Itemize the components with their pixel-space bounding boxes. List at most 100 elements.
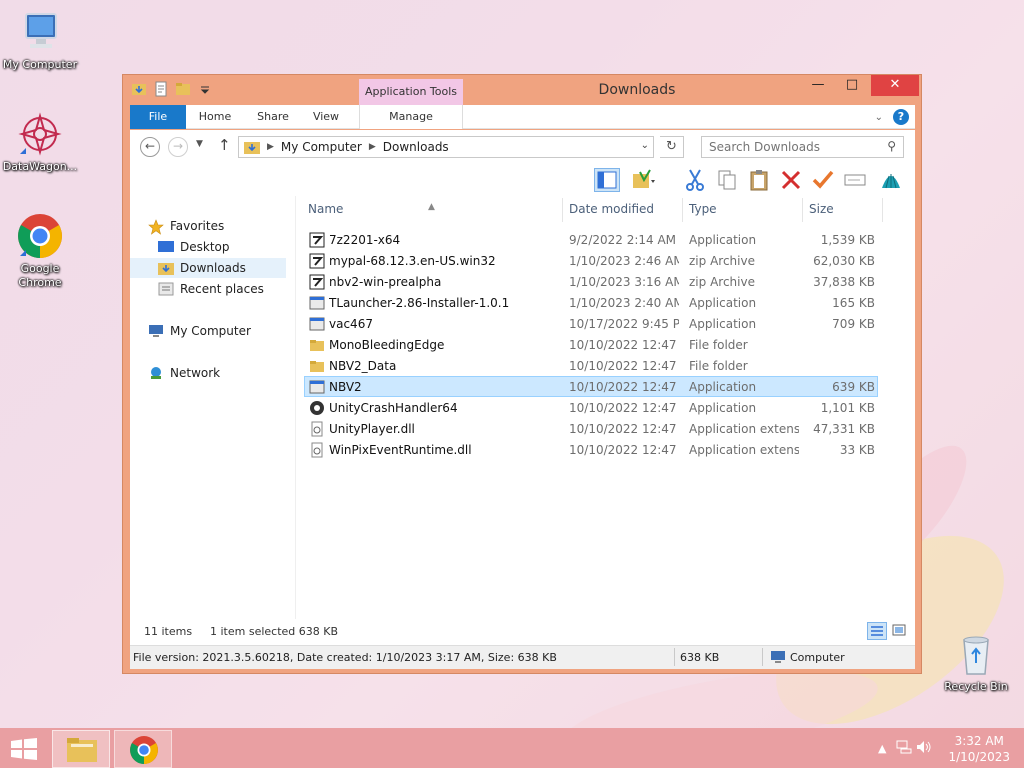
- search-box[interactable]: ⚲: [701, 136, 904, 158]
- minimize-button[interactable]: —: [801, 75, 835, 96]
- rename-icon[interactable]: [842, 168, 868, 192]
- nav-desktop[interactable]: Desktop: [158, 237, 230, 257]
- command-toolbar: [130, 164, 915, 196]
- tab-view[interactable]: View: [306, 105, 346, 129]
- file-type: Application extens...: [689, 443, 799, 457]
- paste-icon[interactable]: [746, 168, 772, 192]
- copy-icon[interactable]: [714, 168, 740, 192]
- column-header-type[interactable]: Type: [689, 196, 799, 222]
- start-button[interactable]: [10, 738, 38, 760]
- file-size: 1,539 KB: [820, 233, 875, 247]
- help-icon[interactable]: ?: [893, 109, 909, 125]
- file-row[interactable]: vac467 10/17/2022 9:45 PM Application 709 K…: [304, 313, 878, 334]
- large-icons-view-button[interactable]: [890, 622, 910, 640]
- desktop-icon-datawagon[interactable]: DataWagon...: [0, 110, 80, 174]
- unity-icon: [309, 400, 325, 416]
- column-divider[interactable]: [562, 198, 563, 222]
- file-row[interactable]: mypal-68.12.3.en-US.win32 1/10/2023 2:46 …: [304, 250, 878, 271]
- system-tray: ▲ 3:32 AM 1/10/2023: [864, 728, 1024, 768]
- refresh-button[interactable]: ↻: [660, 136, 684, 158]
- file-row[interactable]: TLauncher-2.86-Installer-1.0.1 1/10/2023 …: [304, 292, 878, 313]
- title-bar[interactable]: Application Tools Downloads — □ ✕: [123, 75, 921, 105]
- cut-icon[interactable]: [682, 168, 708, 192]
- tab-home[interactable]: Home: [190, 105, 240, 129]
- file-row[interactable]: UnityCrashHandler64 10/10/2022 12:47 ... A…: [304, 397, 878, 418]
- taskbar-file-explorer[interactable]: [52, 730, 110, 768]
- file-row[interactable]: WinPixEventRuntime.dll 10/10/2022 12:47 .…: [304, 439, 878, 460]
- search-icon[interactable]: ⚲: [887, 139, 896, 153]
- file-type: zip Archive: [689, 275, 755, 289]
- breadcrumb[interactable]: ▶ My Computer ▶ Downloads ⌄: [238, 136, 654, 158]
- network-icon[interactable]: [896, 740, 912, 757]
- computer-icon: [16, 8, 64, 56]
- taskbar-chrome[interactable]: [114, 730, 172, 768]
- file-name: nbv2-win-prealpha: [329, 275, 442, 289]
- file-type: Application: [689, 401, 757, 415]
- column-divider[interactable]: [802, 198, 803, 222]
- file-size: 33 KB: [839, 443, 875, 457]
- file-date-modified: 1/10/2023 2:46 AM: [569, 254, 679, 268]
- file-size: 709 KB: [832, 317, 875, 331]
- desktop-icon-label: DataWagon...: [2, 160, 78, 173]
- recent-locations-icon[interactable]: ▼: [196, 139, 203, 149]
- datawagon-logo-icon: [16, 110, 64, 158]
- file-row[interactable]: NBV2_Data 10/10/2022 12:47 ... File folder: [304, 355, 878, 376]
- preview-pane-button[interactable]: [594, 168, 620, 192]
- details-view-button[interactable]: [867, 622, 887, 640]
- nav-favorites[interactable]: Favorites: [148, 216, 224, 236]
- show-hidden-icons-icon[interactable]: ▲: [878, 742, 886, 755]
- shell-icon[interactable]: [878, 168, 904, 192]
- file-row[interactable]: NBV2 10/10/2022 12:47 ... Application 639 K…: [304, 376, 878, 397]
- file-row[interactable]: 7z2201-x64 9/2/2022 2:14 AM Application 1,5…: [304, 229, 878, 250]
- desktop-icon-recycle-bin[interactable]: Recycle Bin: [936, 630, 1016, 694]
- up-button[interactable]: ↑: [218, 136, 231, 154]
- clock-time: 3:32 AM: [954, 734, 1004, 748]
- file-name: NBV2_Data: [329, 359, 397, 373]
- file-name: vac467: [329, 317, 373, 331]
- selection-info: 1 item selected 638 KB: [210, 625, 339, 638]
- column-header-name[interactable]: Name ▲: [308, 196, 562, 222]
- desktop-icon-my-computer[interactable]: My Computer: [0, 8, 80, 72]
- nav-downloads[interactable]: Downloads: [130, 258, 286, 278]
- tab-manage[interactable]: Manage: [359, 105, 463, 129]
- tab-share[interactable]: Share: [250, 105, 296, 129]
- column-header-date[interactable]: Date modified: [569, 196, 679, 222]
- column-header-size[interactable]: Size: [809, 196, 879, 222]
- search-input[interactable]: [702, 137, 872, 157]
- file-row[interactable]: MonoBleedingEdge 10/10/2022 12:47 ... File…: [304, 334, 878, 355]
- nav-my-computer[interactable]: My Computer: [148, 321, 251, 341]
- close-button[interactable]: ✕: [871, 75, 919, 96]
- file-size: 47,331 KB: [813, 422, 875, 436]
- clock[interactable]: 3:32 AM 1/10/2023: [948, 733, 1010, 765]
- file-size: 1,101 KB: [820, 401, 875, 415]
- file-name: TLauncher-2.86-Installer-1.0.1: [329, 296, 510, 310]
- nav-network[interactable]: Network: [148, 363, 220, 383]
- nav-recent-places[interactable]: Recent places: [158, 279, 264, 299]
- explorer-window: Application Tools Downloads — □ ✕ File H…: [122, 74, 922, 674]
- forward-button[interactable]: →: [168, 137, 188, 157]
- file-row[interactable]: UnityPlayer.dll 10/10/2022 12:47 ... Appli…: [304, 418, 878, 439]
- back-button[interactable]: ←: [140, 137, 160, 157]
- volume-icon[interactable]: [916, 740, 932, 757]
- chrome-icon: [130, 736, 158, 764]
- navigation-pane: Favorites Desktop Downloads Recent place…: [130, 196, 296, 619]
- file-name: UnityCrashHandler64: [329, 401, 458, 415]
- chevron-right-icon[interactable]: ▶: [267, 142, 274, 152]
- downloads-folder-icon: [244, 140, 260, 154]
- maximize-button[interactable]: □: [835, 75, 869, 96]
- app-icon: [309, 316, 325, 332]
- chevron-right-icon[interactable]: ▶: [369, 142, 376, 152]
- expand-ribbon-icon[interactable]: ⌄: [875, 112, 883, 123]
- delete-icon[interactable]: [778, 168, 804, 192]
- file-row[interactable]: nbv2-win-prealpha 1/10/2023 3:16 AM zip Ar…: [304, 271, 878, 292]
- divider: [674, 648, 675, 666]
- column-divider[interactable]: [882, 198, 883, 222]
- breadcrumb-my-computer[interactable]: My Computer: [281, 140, 362, 154]
- breadcrumb-downloads[interactable]: Downloads: [383, 140, 449, 154]
- tab-file[interactable]: File: [130, 105, 186, 129]
- chevron-down-icon[interactable]: ⌄: [641, 140, 649, 151]
- column-divider[interactable]: [682, 198, 683, 222]
- checkmark-icon[interactable]: [810, 168, 836, 192]
- desktop-icon-google-chrome[interactable]: Google Chrome: [0, 212, 80, 290]
- folder-options-button[interactable]: [630, 168, 656, 192]
